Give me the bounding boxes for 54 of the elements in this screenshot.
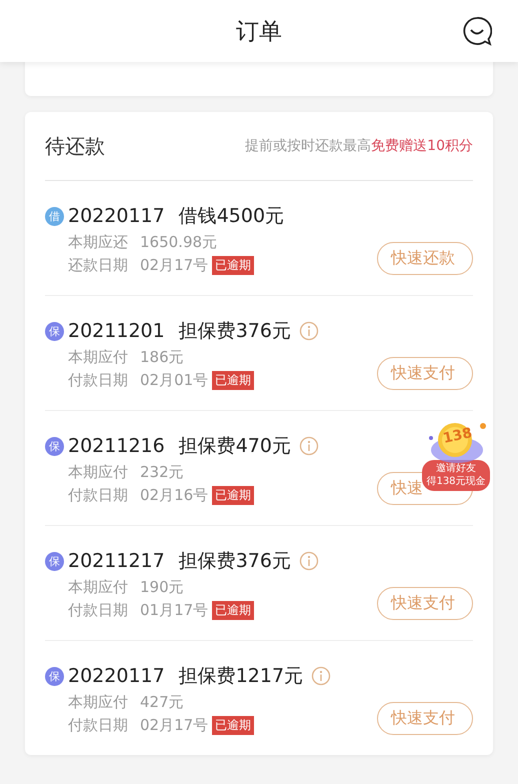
order-date: 20211217 (68, 550, 165, 572)
due-label: 付款日期 (68, 371, 128, 390)
overdue-tag: 已逾期 (212, 486, 254, 505)
amount-value: 1650.98元 (140, 233, 218, 252)
pay-button[interactable]: 快速支付 (377, 357, 473, 390)
pay-button[interactable]: 快速支付 (377, 587, 473, 620)
due-label: 付款日期 (68, 716, 128, 735)
notice-text: 提前或按时还款最高免费赠送10积分 (245, 137, 473, 155)
amount-label: 本期应还 (68, 233, 128, 252)
due-date: 02月16号 (140, 486, 208, 505)
order-title: 担保费1217元 (178, 664, 304, 689)
order-title: 担保费376元 (178, 319, 291, 344)
due-label: 付款日期 (68, 601, 128, 620)
pay-button[interactable]: 快速支付 (377, 702, 473, 735)
overdue-tag: 已逾期 (212, 601, 254, 620)
amount-label: 本期应付 (68, 348, 128, 367)
page-title: 订单 (236, 18, 282, 46)
amount-label: 本期应付 (68, 578, 128, 597)
chat-icon[interactable] (462, 16, 492, 46)
order-date: 20220117 (68, 205, 165, 227)
amount-value: 427元 (140, 693, 184, 712)
due-date: 01月17号 (140, 601, 208, 620)
info-icon[interactable] (298, 436, 319, 456)
due-date: 02月17号 (140, 256, 208, 275)
amount-value: 190元 (140, 578, 184, 597)
due-label: 付款日期 (68, 486, 128, 505)
type-badge: 保 (45, 666, 64, 686)
order-title: 借钱4500元 (178, 204, 284, 229)
section-title: 待还款 (45, 132, 105, 160)
order-date: 20211216 (68, 435, 165, 457)
info-icon[interactable] (311, 666, 332, 686)
amount-value: 232元 (140, 463, 184, 482)
coin-number: 138 (442, 425, 474, 447)
invite-popup[interactable]: 邀请好友 得138元现金 (422, 460, 490, 491)
info-icon[interactable] (298, 321, 319, 341)
amount-label: 本期应付 (68, 693, 128, 712)
order-title: 担保费470元 (178, 434, 291, 459)
info-icon[interactable] (298, 551, 319, 571)
type-badge: 保 (45, 552, 64, 570)
order-title: 担保费376元 (178, 549, 291, 574)
overdue-tag: 已逾期 (212, 716, 254, 735)
type-badge: 保 (45, 322, 64, 340)
amount-value: 186元 (140, 348, 184, 367)
type-badge: 借 (45, 206, 64, 226)
overdue-tag: 已逾期 (212, 256, 254, 275)
overdue-tag: 已逾期 (212, 371, 254, 390)
order-date: 20220117 (68, 665, 165, 687)
due-date: 02月01号 (140, 371, 208, 390)
amount-label: 本期应付 (68, 463, 128, 482)
due-date: 02月17号 (140, 716, 208, 735)
due-label: 还款日期 (68, 256, 128, 275)
type-badge: 保 (45, 436, 64, 456)
pay-button[interactable]: 快速还款 (377, 242, 473, 275)
order-date: 20211201 (68, 320, 165, 342)
